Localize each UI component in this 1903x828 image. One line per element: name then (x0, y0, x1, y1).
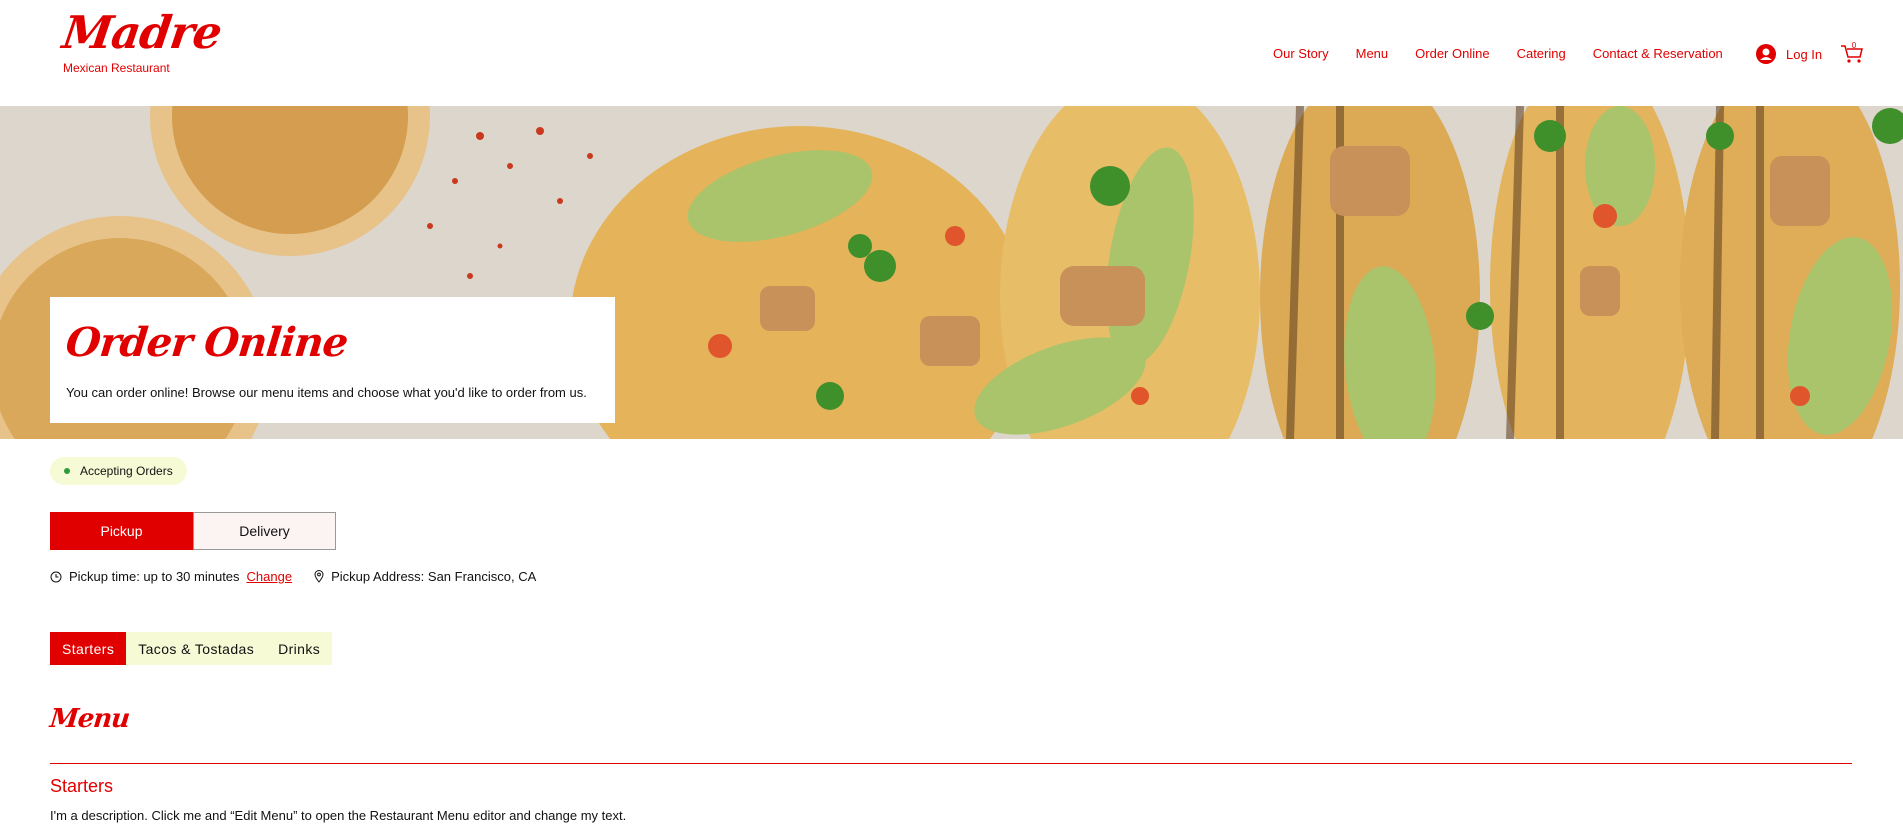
section-title: Starters (50, 776, 114, 796)
nav-catering[interactable]: Catering (1517, 46, 1566, 61)
pickup-button[interactable]: Pickup (50, 512, 193, 550)
nav-contact-reservation[interactable]: Contact & Reservation (1593, 46, 1723, 61)
section-description: I'm a description. Click me and “Edit Me… (50, 808, 627, 823)
category-tabs: Starters Tacos & Tostadas Drinks (50, 632, 333, 665)
login-label: Log In (1786, 46, 1823, 62)
nav-menu[interactable]: Menu (1356, 46, 1389, 61)
status-label: Accepting Orders (80, 464, 173, 478)
tab-tacos-tostadas[interactable]: Tacos & Tostadas (126, 632, 267, 665)
delivery-button[interactable]: Delivery (193, 512, 336, 550)
pickup-info: Pickup time: up to 30 minutes Change Pic… (50, 569, 536, 584)
cart-count: 0 (1852, 42, 1857, 50)
menu-heading: Menu (48, 704, 131, 734)
status-badge: Accepting Orders (50, 457, 187, 485)
cart-icon: 0 (1841, 41, 1863, 63)
user-avatar-icon (1756, 44, 1776, 64)
brand-subtitle: Mexican Restaurant (63, 61, 170, 75)
login-button[interactable]: Log In (1756, 44, 1822, 64)
site-header: Madre Mexican Restaurant Our Story Menu … (0, 0, 1903, 106)
brand-logo[interactable]: Madre Mexican Restaurant (59, 6, 225, 75)
tab-starters[interactable]: Starters (50, 632, 127, 665)
nav-our-story[interactable]: Our Story (1273, 46, 1329, 61)
page-title: Order Online (63, 319, 350, 366)
change-pickup-time-link[interactable]: Change (247, 569, 293, 584)
pickup-address: Pickup Address: San Francisco, CA (331, 569, 537, 584)
fulfillment-toggle: Pickup Delivery (50, 512, 336, 550)
hero-description: You can order online! Browse our menu it… (66, 385, 587, 400)
pickup-time: Pickup time: up to 30 minutes (69, 569, 240, 584)
hero-card: Order Online You can order online! Brows… (50, 297, 615, 423)
brand-name: Madre (59, 6, 225, 59)
cart-button[interactable]: 0 (1840, 41, 1864, 69)
main-nav: Our Story Menu Order Online Catering Con… (1273, 46, 1750, 61)
tab-drinks[interactable]: Drinks (266, 632, 333, 665)
status-dot-icon (64, 468, 70, 474)
nav-order-online[interactable]: Order Online (1415, 46, 1489, 61)
location-pin-icon (314, 570, 324, 583)
menu-divider (50, 763, 1852, 764)
hero-banner: Order Online You can order online! Brows… (0, 106, 1903, 439)
clock-icon (50, 571, 62, 582)
